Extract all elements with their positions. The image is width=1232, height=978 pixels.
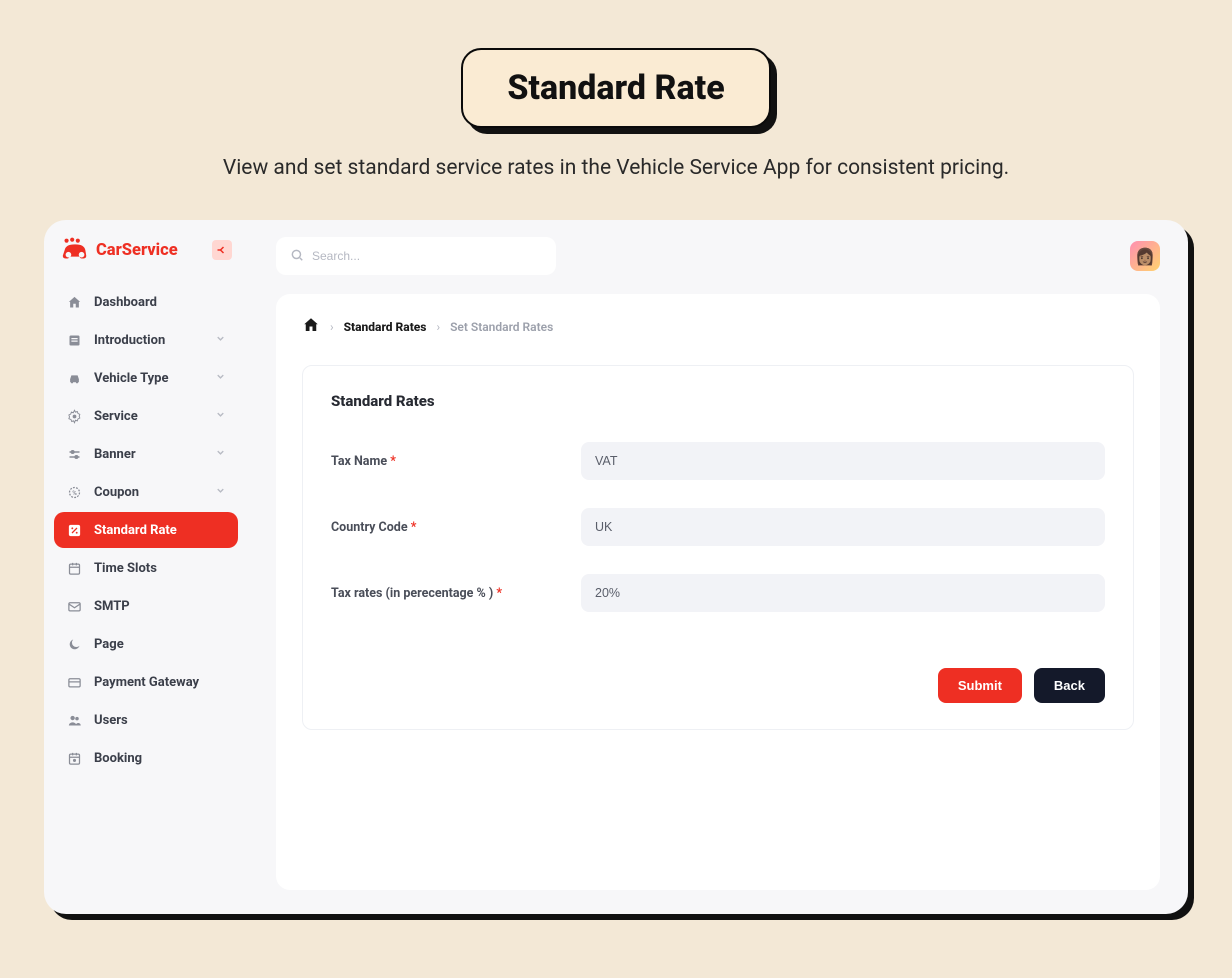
submit-button[interactable]: Submit: [938, 668, 1022, 703]
country-code-label: Country Code *: [331, 520, 581, 535]
form-title: Standard Rates: [331, 392, 1105, 410]
chevron-right-icon: ›: [330, 320, 334, 334]
sidebar-item-smtp[interactable]: SMTP: [54, 588, 238, 624]
sidebar-item-label: Banner: [94, 447, 136, 462]
topbar: 👩🏽: [276, 236, 1160, 276]
sidebar-item-vehicle-type[interactable]: Vehicle Type: [54, 360, 238, 396]
tax-rate-label: Tax rates (in perecentage % ) *: [331, 586, 581, 601]
form-actions: Submit Back: [331, 668, 1105, 703]
sidebar-nav: Dashboard Introduction Vehicle Type Service…: [54, 284, 238, 776]
home-icon[interactable]: [302, 316, 320, 337]
book-icon: [66, 332, 82, 348]
sidebar-item-label: Introduction: [94, 333, 165, 348]
sidebar-item-page[interactable]: Page: [54, 626, 238, 662]
sidebar-item-label: Dashboard: [94, 295, 157, 310]
hero-title: Standard Rate: [461, 48, 770, 128]
search-box[interactable]: [276, 237, 556, 275]
sidebar-item-label: Users: [94, 713, 128, 728]
sidebar-item-standard-rate[interactable]: Standard Rate: [54, 512, 238, 548]
sidebar-collapse-button[interactable]: [212, 240, 232, 260]
card-icon: [66, 674, 82, 690]
sidebar-item-dashboard[interactable]: Dashboard: [54, 284, 238, 320]
chevron-down-icon: [215, 485, 226, 500]
brand-logo-icon: [60, 236, 90, 264]
sidebar-item-users[interactable]: Users: [54, 702, 238, 738]
chevron-down-icon: [215, 371, 226, 386]
sidebar-item-introduction[interactable]: Introduction: [54, 322, 238, 358]
form-row-tax-name: Tax Name *: [331, 442, 1105, 480]
chevron-right-icon: ›: [436, 320, 440, 334]
calendar-icon: [66, 560, 82, 576]
ticket-icon: %: [66, 484, 82, 500]
brand-name: CarService: [96, 241, 178, 260]
search-icon: [290, 247, 304, 266]
brand: CarService: [54, 236, 238, 276]
sidebar-item-time-slots[interactable]: Time Slots: [54, 550, 238, 586]
tax-name-input[interactable]: [581, 442, 1105, 480]
sidebar-item-banner[interactable]: Banner: [54, 436, 238, 472]
form-row-country-code: Country Code *: [331, 508, 1105, 546]
search-input[interactable]: [312, 249, 542, 263]
sliders-icon: [66, 446, 82, 462]
sidebar-item-label: Standard Rate: [94, 523, 177, 538]
sidebar-item-label: Payment Gateway: [94, 675, 199, 690]
back-button[interactable]: Back: [1034, 668, 1105, 703]
chevron-down-icon: [215, 447, 226, 462]
home-icon: [66, 294, 82, 310]
mail-icon: [66, 598, 82, 614]
sidebar-item-coupon[interactable]: % Coupon: [54, 474, 238, 510]
calendar2-icon: [66, 750, 82, 766]
sidebar-item-label: Page: [94, 637, 124, 652]
avatar[interactable]: 👩🏽: [1130, 241, 1160, 271]
svg-text:%: %: [72, 489, 77, 497]
sidebar-item-label: Time Slots: [94, 561, 157, 576]
tax-name-label: Tax Name *: [331, 454, 581, 469]
form-card: Standard Rates Tax Name * Country Code *: [302, 365, 1134, 730]
sidebar-item-booking[interactable]: Booking: [54, 740, 238, 776]
car-icon: [66, 370, 82, 386]
hero-subtitle: View and set standard service rates in t…: [44, 156, 1188, 180]
app-window: CarService Dashboard Introduction Vehicle …: [44, 220, 1188, 914]
form-row-tax-rate: Tax rates (in perecentage % ) *: [331, 574, 1105, 612]
sidebar-item-label: Vehicle Type: [94, 371, 169, 386]
percent-icon: [66, 522, 82, 538]
breadcrumb-level2: Set Standard Rates: [450, 320, 553, 334]
country-code-input[interactable]: [581, 508, 1105, 546]
sidebar: CarService Dashboard Introduction Vehicle …: [44, 220, 248, 914]
sidebar-item-label: Coupon: [94, 485, 139, 500]
moon-icon: [66, 636, 82, 652]
users-icon: [66, 712, 82, 728]
content-card: › Standard Rates › Set Standard Rates St…: [276, 294, 1160, 890]
main-area: 👩🏽 › Standard Rates › Set Standard Rates…: [248, 220, 1188, 914]
sidebar-item-payment-gateway[interactable]: Payment Gateway: [54, 664, 238, 700]
gear-icon: [66, 408, 82, 424]
chevron-down-icon: [215, 409, 226, 424]
chevron-down-icon: [215, 333, 226, 348]
sidebar-item-label: Service: [94, 409, 138, 424]
sidebar-item-label: Booking: [94, 751, 142, 766]
sidebar-item-service[interactable]: Service: [54, 398, 238, 434]
breadcrumb-level1[interactable]: Standard Rates: [344, 320, 427, 334]
tax-rate-input[interactable]: [581, 574, 1105, 612]
sidebar-item-label: SMTP: [94, 599, 130, 614]
breadcrumb: › Standard Rates › Set Standard Rates: [302, 316, 1134, 337]
